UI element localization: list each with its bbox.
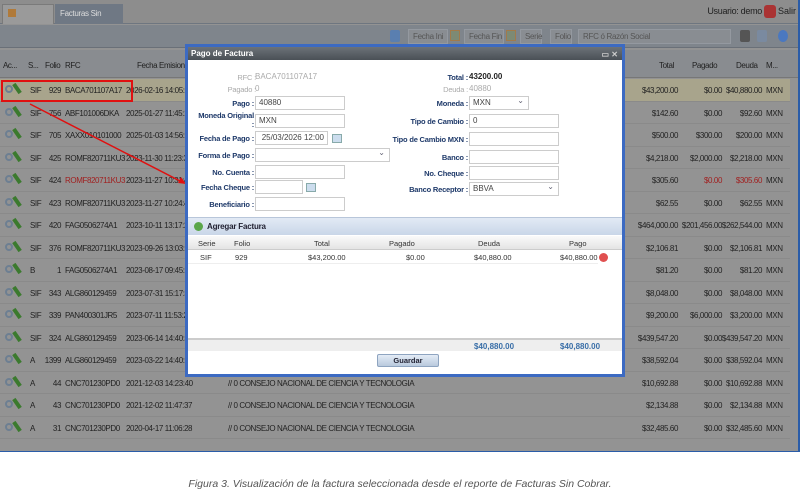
dialog-title: Pago de Factura — [191, 49, 254, 58]
cell-serie: SIF — [200, 253, 212, 262]
pagado-label: Pagado : — [227, 85, 257, 94]
calendar-icon[interactable] — [332, 134, 342, 143]
add-icon — [194, 222, 203, 231]
moneda-original-label: Moneda Original : — [198, 111, 254, 129]
forma-pago-select[interactable] — [255, 147, 390, 162]
sum-deuda: $40,880.00 — [474, 342, 515, 351]
cell-total: $43,200.00 — [308, 253, 346, 262]
pago-label: Pago : — [232, 99, 254, 108]
app-screenshot: demodemo2 Facturas Sin Cobrar X Usuario:… — [0, 0, 800, 452]
col-deuda: Deuda — [478, 239, 501, 248]
tipo-cambio-mxn-input[interactable] — [469, 132, 559, 146]
pagado-value: 0 — [255, 84, 260, 93]
moneda-label: Moneda : — [436, 99, 469, 108]
fecha-pago-label: Fecha de Pago : — [199, 134, 254, 143]
pago-de-factura-dialog: Pago de Factura ▭ ✕ RFC : BACA701107A17 P… — [185, 44, 625, 377]
deuda-label: Deuda : — [443, 85, 468, 94]
no-cheque-label: No. Cheque : — [424, 169, 468, 178]
beneficiario-input[interactable] — [255, 197, 345, 211]
sum-pago: $40,880.00 — [560, 342, 601, 351]
no-cuenta-label: No. Cuenta : — [212, 168, 254, 177]
cell-folio: 929 — [235, 253, 248, 262]
remove-icon[interactable] — [599, 253, 608, 262]
summary-row: $40,880.00 $40,880.00 — [188, 338, 622, 351]
tipo-cambio-label: Tipo de Cambio : — [410, 117, 469, 126]
payment-row[interactable]: SIF 929 $43,200.00 $0.00 $40,880.00 $40,… — [188, 250, 598, 264]
beneficiario-label: Beneficiario : — [209, 200, 254, 209]
moneda-original-input[interactable]: MXN — [255, 114, 345, 128]
col-folio: Folio — [234, 239, 251, 248]
cell-deuda: $40,880.00 — [474, 253, 512, 262]
maximize-icon[interactable]: ▭ — [602, 50, 610, 59]
pago-input[interactable]: 40880 — [255, 96, 345, 110]
guardar-button[interactable]: Guardar — [377, 354, 439, 367]
total-label: Total : — [447, 73, 468, 82]
rfc-label: RFC : — [237, 73, 256, 82]
payment-grid-header: Serie Folio Total Pagado Deuda Pago — [188, 236, 622, 250]
no-cheque-input[interactable] — [469, 166, 559, 180]
cell-pago: $40,880.00 — [560, 253, 598, 262]
rfc-value: BACA701107A17 — [255, 72, 318, 81]
col-serie: Serie — [198, 239, 216, 248]
cell-pagado: $0.00 — [406, 253, 425, 262]
fecha-cheque-label: Fecha Cheque : — [200, 183, 254, 192]
deuda-value: 40880 — [469, 84, 492, 93]
moneda-select[interactable]: MXN — [469, 95, 529, 110]
banco-receptor-select[interactable]: BBVA — [469, 181, 559, 196]
col-pagado: Pagado — [389, 239, 415, 248]
agregar-factura-button[interactable]: Agregar Factura — [188, 217, 622, 235]
close-icon[interactable]: ✕ — [611, 50, 618, 59]
figure-caption: Figura 3. Visualización de la factura se… — [188, 478, 612, 490]
agregar-factura-label: Agregar Factura — [207, 222, 266, 231]
dialog-title-bar[interactable]: Pago de Factura ▭ ✕ — [188, 47, 622, 60]
banco-input[interactable] — [469, 150, 559, 164]
fecha-pago-input[interactable]: 25/03/2026 12:00 — [255, 131, 328, 145]
total-value: 43200.00 — [469, 72, 503, 81]
col-pago: Pago — [569, 239, 587, 248]
fecha-cheque-input[interactable] — [255, 180, 303, 194]
banco-receptor-label: Banco Receptor : — [409, 185, 468, 194]
no-cuenta-input[interactable] — [255, 165, 345, 179]
forma-pago-label: Forma de Pago : — [198, 151, 254, 160]
col-total: Total — [314, 239, 330, 248]
calendar-icon[interactable] — [306, 183, 316, 192]
banco-label: Banco : — [441, 153, 468, 162]
tipo-cambio-input[interactable]: 0 — [469, 114, 559, 128]
tipo-cambio-mxn-label: Tipo de Cambio MXN : — [392, 135, 469, 144]
